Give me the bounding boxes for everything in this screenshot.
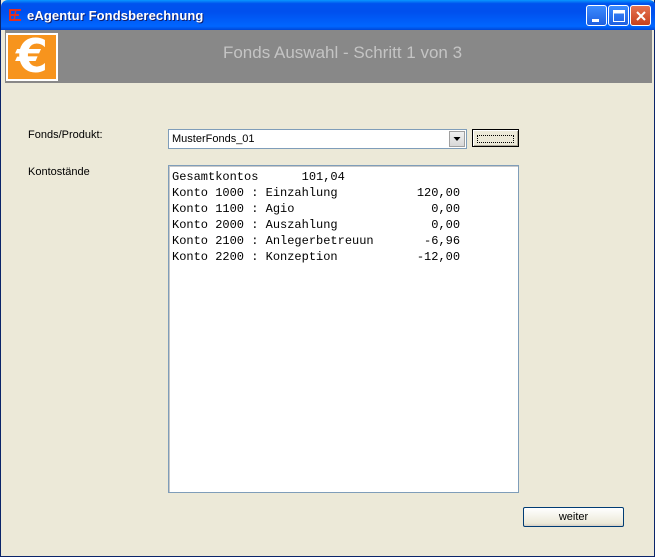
close-icon [636, 11, 646, 21]
fonds-select-value: MusterFonds_01 [172, 133, 255, 145]
weiter-button[interactable]: weiter [523, 507, 624, 527]
maximize-button[interactable] [608, 5, 629, 26]
browse-button[interactable] [472, 129, 519, 147]
app-icon[interactable] [7, 7, 23, 23]
page-title: Fonds Auswahl - Schritt 1 von 3 [222, 43, 463, 62]
konto-line: Konto 1100 : Agio 0,00 [172, 202, 461, 216]
kontostaende-textarea[interactable]: Gesamtkontos 101,04 Konto 1000 : Einzahlu… [168, 165, 519, 493]
title-bar[interactable]: eAgentur Fondsberechnung [1, 0, 655, 30]
close-button[interactable] [630, 5, 651, 26]
fonds-select[interactable]: MusterFonds_01 [168, 129, 467, 149]
konto-line: Konto 2200 : Konzeption -12,00 [172, 250, 461, 264]
main-window: eAgentur Fondsberechnung € Fonds Auswahl… [0, 0, 655, 557]
konto-line: Konto 1000 : Einzahlung 120,00 [172, 186, 461, 200]
focus-rectangle [477, 135, 514, 143]
konto-line: Gesamtkontos 101,04 [172, 170, 345, 184]
kontostaende-content: Gesamtkontos 101,04 Konto 1000 : Einzahlu… [172, 169, 460, 265]
kontostaende-label: Kontostände [28, 166, 90, 178]
window-title: eAgentur Fondsberechnung [27, 8, 204, 23]
konto-line: Konto 2100 : Anlegerbetreuun -6,96 [172, 234, 461, 248]
chevron-down-icon [453, 137, 461, 141]
konto-line: Konto 2000 : Auszahlung 0,00 [172, 218, 461, 232]
dropdown-button[interactable] [449, 131, 465, 147]
fonds-produkt-label: Fonds/Produkt: [28, 129, 103, 141]
minimize-icon [592, 19, 599, 22]
maximize-icon [613, 10, 625, 22]
minimize-button[interactable] [586, 5, 607, 26]
